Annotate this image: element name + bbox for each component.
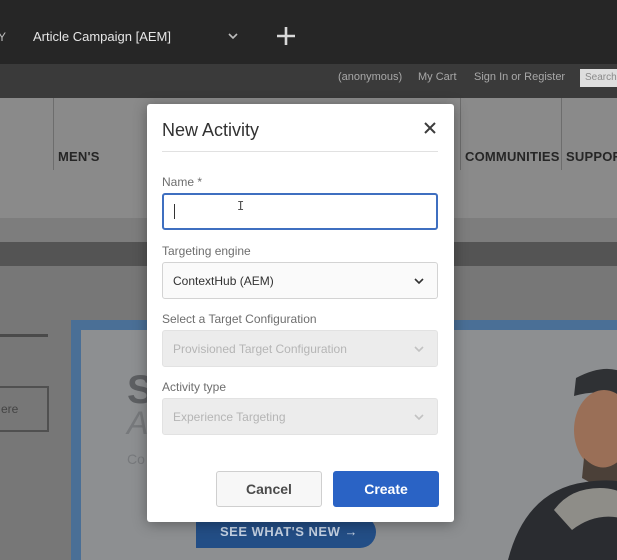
toolbar-edge-text: Y	[0, 30, 7, 44]
ibeam-cursor-icon: I	[237, 199, 245, 213]
chevron-down-icon	[414, 346, 424, 353]
nav-item-support[interactable]: SUPPOR	[566, 149, 617, 164]
chevron-down-icon	[414, 278, 424, 285]
campaign-selector-label[interactable]: Article Campaign [AEM]	[33, 29, 171, 44]
dialog-title: New Activity	[162, 120, 260, 140]
campaign-toolbar: Y Article Campaign [AEM]	[0, 0, 617, 64]
nav-item-mens[interactable]: MEN'S	[58, 149, 100, 164]
close-icon[interactable]	[423, 121, 437, 135]
my-cart-link[interactable]: My Cart	[418, 71, 457, 83]
create-button[interactable]: Create	[333, 471, 439, 507]
nav-separator	[53, 98, 54, 170]
plus-icon[interactable]	[273, 23, 299, 49]
activity-type-select: Experience Targeting	[162, 398, 438, 435]
content-rule	[0, 334, 48, 337]
name-input-wrapper[interactable]: I	[162, 193, 438, 230]
cancel-button[interactable]: Cancel	[216, 471, 322, 507]
chevron-down-icon[interactable]	[227, 30, 239, 42]
targeting-engine-label: Targeting engine	[162, 244, 251, 258]
hero-subheadline: A	[127, 405, 149, 441]
sign-in-link[interactable]: Sign In or Register	[474, 71, 565, 83]
targeting-engine-value: ContextHub (AEM)	[173, 274, 274, 288]
activity-type-value: Experience Targeting	[173, 410, 286, 424]
text-caret	[174, 204, 175, 219]
nav-separator	[561, 98, 562, 170]
target-configuration-select: Provisioned Target Configuration	[162, 330, 438, 367]
name-input[interactable]	[164, 195, 436, 228]
hero-caption: Co	[127, 451, 145, 467]
dialog-divider	[162, 151, 438, 152]
nav-separator	[460, 98, 461, 170]
target-configuration-label: Select a Target Configuration	[162, 312, 317, 326]
page-ghost-button[interactable]: ere	[0, 386, 49, 432]
chevron-down-icon	[414, 414, 424, 421]
site-search-input[interactable]: Search	[580, 69, 617, 87]
new-activity-dialog: New Activity Name * I Targeting engine C…	[147, 104, 454, 522]
targeting-engine-select[interactable]: ContextHub (AEM)	[162, 262, 438, 299]
anonymous-user-label: (anonymous)	[338, 71, 403, 83]
activity-type-label: Activity type	[162, 380, 227, 394]
nav-item-communities[interactable]: COMMUNITIES	[465, 149, 560, 164]
name-label: Name *	[162, 175, 203, 189]
target-configuration-value: Provisioned Target Configuration	[173, 342, 347, 356]
hero-person-image	[508, 368, 617, 560]
site-header: (anonymous) My Cart Sign In or Register …	[0, 64, 617, 98]
